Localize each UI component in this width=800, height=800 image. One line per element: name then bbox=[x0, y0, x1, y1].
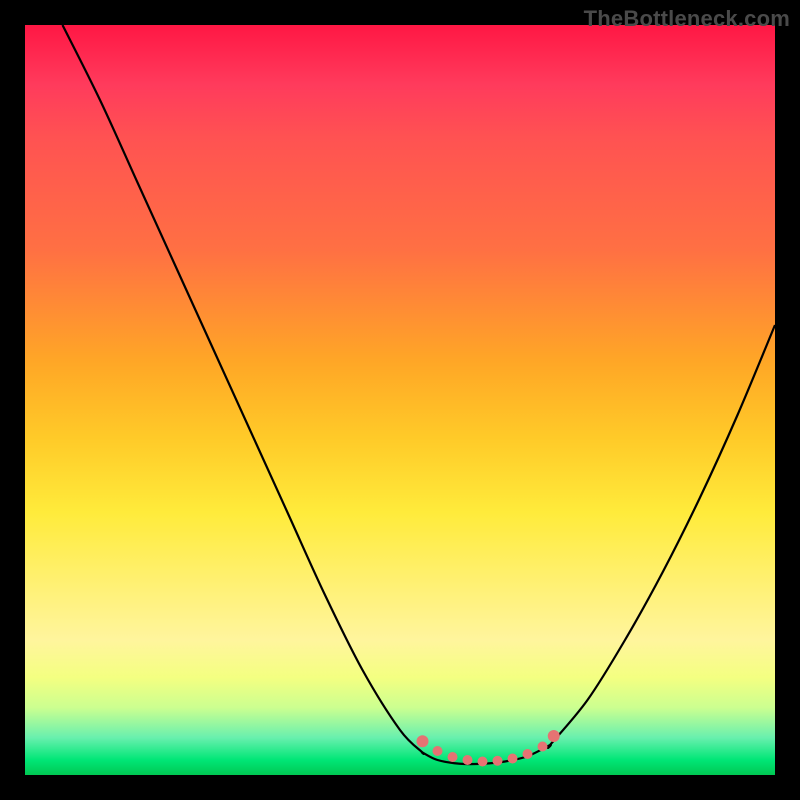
valley-marker bbox=[508, 754, 518, 764]
watermark-text: TheBottleneck.com bbox=[584, 6, 790, 32]
valley-marker bbox=[548, 730, 560, 742]
valley-marker bbox=[448, 752, 458, 762]
chart-svg bbox=[25, 25, 775, 775]
valley-marker bbox=[463, 755, 473, 765]
valley-marker bbox=[433, 746, 443, 756]
bottleneck-curve bbox=[63, 25, 776, 764]
valley-marker bbox=[493, 756, 503, 766]
valley-marker bbox=[523, 749, 533, 759]
valley-marker bbox=[417, 735, 429, 747]
chart-frame: TheBottleneck.com bbox=[0, 0, 800, 800]
valley-marker bbox=[478, 757, 488, 767]
valley-marker bbox=[538, 742, 548, 752]
